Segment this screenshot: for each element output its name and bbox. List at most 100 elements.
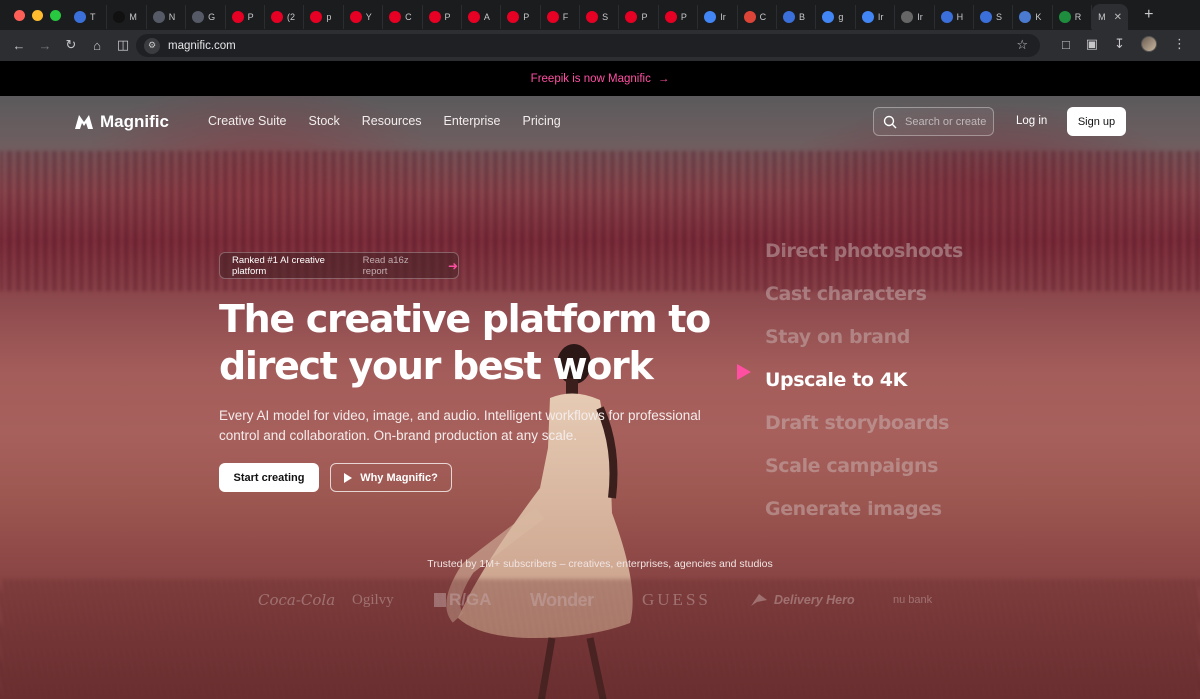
why-magnific-button[interactable]: Why Magnific? (330, 463, 452, 492)
reload-icon[interactable]: ↻ (58, 32, 84, 58)
rotator-item[interactable]: Scale campaigns (765, 444, 963, 487)
browser-tab-label: Y (365, 12, 372, 22)
menu-icon[interactable]: ⋮ (1173, 36, 1186, 52)
bookmark-star-icon[interactable]: ☆ (1016, 37, 1028, 53)
omnibox[interactable]: ⚙ magnific.com ☆ (136, 34, 1040, 57)
trusted-by-text: Trusted by 1M+ subscribers – creatives, … (427, 558, 773, 570)
window-controls (0, 9, 68, 21)
browser-tab[interactable]: C (738, 5, 778, 29)
address-bar-row: ← → ↻ ⌂ ◫ ⚙ magnific.com ☆ □ ▣ ↧ ⋮ (0, 30, 1200, 61)
browser-tab[interactable]: A (462, 5, 502, 29)
menu-item-stock[interactable]: Stock (309, 114, 340, 128)
extensions-icon[interactable]: □ (1062, 37, 1070, 52)
browser-tab[interactable]: F (541, 5, 581, 29)
signup-button[interactable]: Sign up (1067, 107, 1126, 136)
browser-tab[interactable]: (2 (265, 5, 305, 29)
arrow-right-icon: → (657, 72, 670, 85)
browser-tab[interactable]: P (501, 5, 541, 29)
browser-tab-label: Ir (917, 12, 923, 22)
maximize-window-button[interactable] (50, 9, 61, 21)
browser-tab[interactable]: K (1013, 5, 1053, 29)
magnific-logo[interactable]: Magnific (74, 112, 169, 132)
browser-tab[interactable]: P (423, 5, 462, 29)
globe-icon (152, 11, 165, 23)
browser-tab[interactable]: p (304, 5, 344, 29)
sheet-icon (1058, 11, 1071, 23)
browser-tab[interactable]: R (1053, 5, 1093, 29)
announcement-text[interactable]: Freepik is now Magnific (531, 73, 651, 85)
browser-tab[interactable]: M (107, 5, 147, 29)
site-info-icon[interactable]: ⚙ (144, 37, 160, 54)
rotator-item[interactable]: Stay on brand (765, 315, 963, 358)
tab-strip: T M N G P (2 p Y C P A P F S P P Ir C Bg Ir Ir H S K R (68, 0, 1093, 30)
browser-tab[interactable]: Y (344, 5, 384, 29)
profile-avatar[interactable] (1141, 36, 1157, 52)
browser-tab[interactable]: g (816, 5, 856, 29)
main-menu: Creative Suite Stock Resources Enterpris… (208, 114, 561, 128)
guess-logo: GUESS (642, 590, 711, 609)
ranking-pill[interactable]: Ranked #1 AI creative platform Read a16z… (219, 252, 459, 279)
browser-tab[interactable]: C (383, 5, 423, 29)
wonder-logo: Wonder (530, 589, 594, 610)
start-creating-button[interactable]: Start creating (219, 463, 319, 492)
hero-woman-figure (446, 344, 633, 699)
browser-tab[interactable]: G (186, 5, 226, 29)
browser-tab[interactable]: P (659, 5, 699, 29)
browser-tab-label: M (129, 12, 137, 22)
minimize-window-button[interactable] (32, 9, 43, 21)
delivery-hero-logo: Delivery Hero (749, 587, 855, 613)
rotator-item-active[interactable]: Upscale to 4K (765, 358, 963, 401)
globe-icon (192, 11, 205, 23)
menu-item-resources[interactable]: Resources (362, 114, 422, 128)
document-icon (74, 11, 86, 23)
pinterest-icon (310, 11, 323, 23)
report-link[interactable]: Read a16z report (363, 255, 432, 277)
headline-line-2: direct your best work (219, 344, 654, 388)
active-tab[interactable]: M ✕ (1092, 4, 1129, 30)
delivery-hero-text: Delivery Hero (774, 593, 855, 607)
announcement-bar[interactable]: Freepik is now Magnific → (0, 61, 1200, 96)
rotator-item[interactable]: Direct photoshoots (765, 229, 963, 272)
rotator-item[interactable]: Draft storyboards (765, 401, 963, 444)
screenshot-icon[interactable]: ▣ (1086, 36, 1098, 52)
rga-logo: R/GA (434, 587, 492, 613)
menu-item-pricing[interactable]: Pricing (523, 114, 561, 128)
forward-icon[interactable]: → (32, 32, 58, 58)
url-text[interactable]: magnific.com (168, 40, 236, 52)
browser-tab[interactable]: P (619, 5, 659, 29)
close-tab-icon[interactable]: ✕ (1114, 12, 1122, 23)
rotator-item[interactable]: Cast characters (765, 272, 963, 315)
login-link[interactable]: Log in (1016, 115, 1047, 127)
back-icon[interactable]: ← (6, 32, 32, 58)
globe-icon (940, 11, 953, 23)
browser-tab[interactable]: S (580, 5, 620, 29)
browser-tab[interactable]: N (147, 5, 187, 29)
rotator-item[interactable]: Generate images (765, 487, 963, 530)
browser-tab[interactable]: B (777, 5, 817, 29)
home-icon[interactable]: ⌂ (84, 32, 110, 58)
menu-item-enterprise[interactable]: Enterprise (444, 114, 501, 128)
browser-tab-label: (2 (286, 12, 295, 22)
browser-tab[interactable]: S (974, 5, 1014, 29)
browser-tab[interactable]: T (68, 5, 108, 29)
download-icon[interactable]: ↧ (1114, 36, 1125, 52)
browser-tab-label: P (444, 12, 451, 22)
browser-tab[interactable]: P (226, 5, 265, 29)
browser-tab[interactable]: H (935, 5, 974, 29)
site-header: Magnific Creative Suite Stock Resources … (0, 96, 1200, 148)
browser-tab[interactable]: Ir (698, 5, 738, 29)
browser-tab-label: P (641, 12, 648, 22)
pinterest-icon (546, 11, 559, 23)
browser-tab-label: G (208, 12, 216, 22)
search-input[interactable]: Search or create (873, 107, 994, 136)
pinterest-icon (231, 11, 244, 23)
pinterest-icon (507, 11, 520, 23)
magnific-icon (113, 11, 126, 23)
menu-item-creative-suite[interactable]: Creative Suite (208, 114, 287, 128)
browser-tab[interactable]: Ir (895, 5, 935, 29)
close-window-button[interactable] (14, 9, 25, 21)
browser-tab[interactable]: Ir (856, 5, 896, 29)
split-view-icon[interactable]: ◫ (110, 32, 136, 58)
google-icon (704, 11, 717, 23)
new-tab-button[interactable]: + (1144, 6, 1153, 24)
